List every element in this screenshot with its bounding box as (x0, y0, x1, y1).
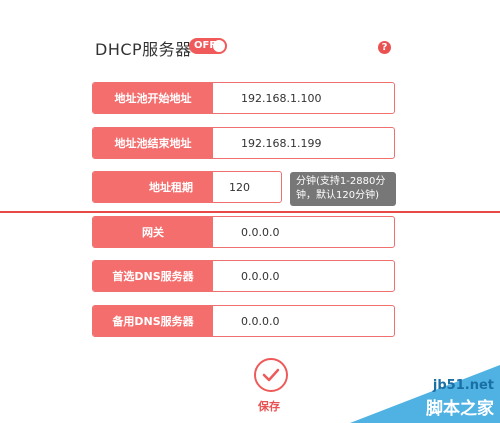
watermark-name: 脚本之家 (426, 399, 494, 419)
field-value[interactable]: 120 (229, 172, 250, 202)
gateway-field[interactable]: 网关 0.0.0.0 (92, 216, 395, 248)
help-icon[interactable]: ? (378, 41, 391, 54)
lease-time-field[interactable]: 地址租期 120 (92, 171, 282, 203)
checkmark-icon (262, 368, 280, 382)
primary-dns-field[interactable]: 首选DNS服务器 0.0.0.0 (92, 260, 395, 292)
field-label: 地址池结束地址 (93, 128, 213, 158)
tooltip-line-2: 钟，默认120分钟) (296, 190, 379, 201)
field-value[interactable]: 192.168.1.100 (241, 83, 321, 113)
field-label: 地址租期 (93, 172, 213, 202)
tooltip-line-1: 分钟(支持1-2880分 (296, 176, 386, 187)
divider-line (0, 211, 500, 213)
dhcp-toggle[interactable]: OFF (189, 38, 227, 54)
field-label: 网关 (93, 217, 213, 247)
field-label: 首选DNS服务器 (93, 261, 213, 291)
lease-tooltip: 分钟(支持1-2880分 钟，默认120分钟) (290, 172, 396, 206)
pool-end-field[interactable]: 地址池结束地址 192.168.1.199 (92, 127, 395, 159)
page-title: DHCP服务器 (95, 40, 192, 59)
field-value[interactable]: 0.0.0.0 (241, 217, 279, 247)
save-label[interactable]: 保存 (258, 398, 280, 414)
pool-start-field[interactable]: 地址池开始地址 192.168.1.100 (92, 82, 395, 114)
watermark-url: jb51.net (432, 378, 494, 393)
field-label: 地址池开始地址 (93, 83, 213, 113)
toggle-knob (213, 40, 225, 52)
field-value[interactable]: 192.168.1.199 (241, 128, 321, 158)
field-value[interactable]: 0.0.0.0 (241, 261, 279, 291)
field-value[interactable]: 0.0.0.0 (241, 306, 279, 336)
save-button[interactable] (254, 358, 288, 392)
secondary-dns-field[interactable]: 备用DNS服务器 0.0.0.0 (92, 305, 395, 337)
field-label: 备用DNS服务器 (93, 306, 213, 336)
